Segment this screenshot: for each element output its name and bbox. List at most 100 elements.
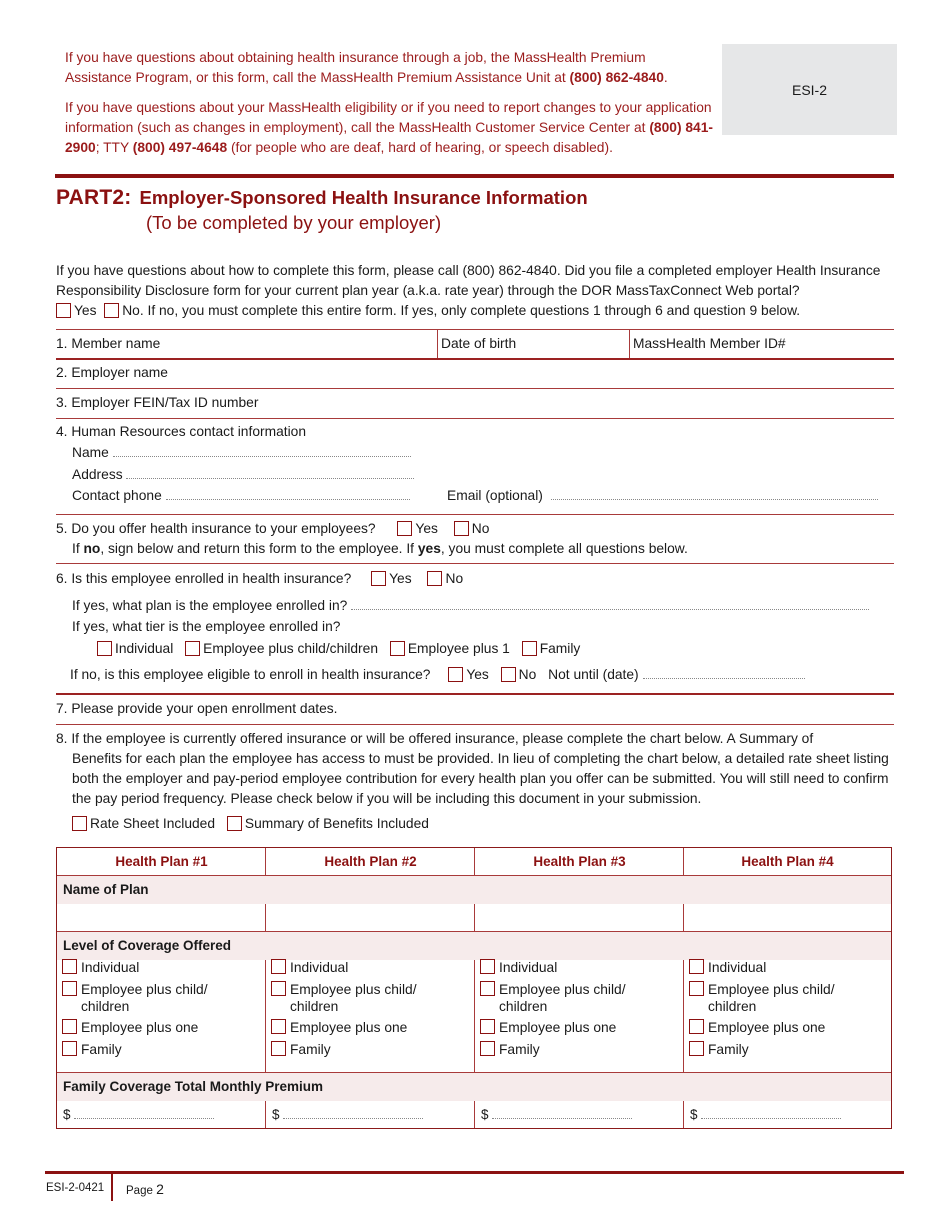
- plan-1-premium-input[interactable]: [74, 1107, 215, 1119]
- coverage-option: Employee plus child/ children: [62, 980, 262, 1015]
- divider: [56, 388, 894, 389]
- rate-sheet-checkbox[interactable]: [72, 816, 87, 831]
- info-paragraph-2: If you have questions about your MassHea…: [65, 100, 713, 155]
- hr-name-input[interactable]: [112, 445, 411, 457]
- coverage-option: Employee plus one: [480, 1019, 680, 1036]
- q6-plan-row: If yes, what plan is the employee enroll…: [72, 596, 870, 616]
- divider: [683, 1101, 684, 1128]
- q6-yes-checkbox[interactable]: [371, 571, 387, 586]
- plan-2-family-checkbox[interactable]: [271, 1040, 286, 1056]
- member-id-field[interactable]: MassHealth Member ID#: [633, 334, 893, 354]
- q8-options: Rate Sheet Included Summary of Benefits …: [72, 814, 429, 834]
- divider: [474, 1101, 475, 1128]
- header-health-plan-3: Health Plan #3: [533, 854, 626, 869]
- plan-3-family-checkbox[interactable]: [480, 1040, 495, 1056]
- plan-3-employee-plus-children-checkbox[interactable]: [480, 980, 495, 996]
- eligible-no-checkbox[interactable]: [500, 667, 516, 682]
- plan-1-employee-plus-children-checkbox[interactable]: [62, 980, 77, 996]
- plan-2-name-input[interactable]: [266, 904, 475, 931]
- coverage-option: Family: [480, 1040, 680, 1058]
- divider: [683, 904, 684, 932]
- plan-3-individual-checkbox[interactable]: [480, 959, 495, 974]
- q5-no-checkbox[interactable]: [453, 521, 469, 536]
- employer-fein-field[interactable]: 3. Employer FEIN/Tax ID number: [56, 393, 894, 413]
- plan-2-premium-row: $: [266, 1104, 475, 1126]
- plan-3-premium-row: $: [475, 1104, 684, 1126]
- plan-3-name-input[interactable]: [475, 904, 684, 931]
- plan-1-name-input[interactable]: [57, 904, 266, 931]
- hr-phone-input[interactable]: [165, 488, 410, 500]
- employer-name-field[interactable]: 2. Employer name: [56, 363, 894, 383]
- tier-family-checkbox[interactable]: [521, 641, 537, 656]
- divider: [683, 848, 684, 876]
- plan-1-premium-row: $: [57, 1104, 266, 1126]
- summary-of-benefits-checkbox[interactable]: [226, 816, 242, 831]
- divider: [56, 514, 894, 515]
- header-health-plan-2: Health Plan #2: [324, 854, 417, 869]
- header-health-plan-4: Health Plan #4: [741, 854, 834, 869]
- hr-email-input[interactable]: [550, 488, 878, 500]
- coverage-option: Individual: [271, 959, 471, 976]
- coverage-option: Family: [689, 1040, 889, 1058]
- q5-yes-checkbox[interactable]: [397, 521, 413, 536]
- plan-3-employee-plus-one-checkbox[interactable]: [480, 1019, 495, 1034]
- intro-yes-checkbox[interactable]: [56, 303, 71, 318]
- member-name-field[interactable]: 1. Member name: [56, 334, 434, 354]
- not-until-date-input[interactable]: [642, 667, 805, 679]
- hr-phone-row: Contact phone: [72, 486, 410, 506]
- open-enrollment-field[interactable]: 7. Please provide your open enrollment d…: [56, 699, 894, 719]
- divider: [56, 724, 894, 725]
- part-heading: Employer-Sponsored Health Insurance Info…: [139, 187, 588, 208]
- premium-assistance-phone: (800) 862-4840: [569, 70, 664, 85]
- tty-phone: (800) 497-4648: [132, 140, 228, 155]
- plan-1-employee-plus-one-checkbox[interactable]: [62, 1019, 77, 1034]
- hr-contact-title: 4. Human Resources contact information: [56, 424, 306, 439]
- plan-4-premium-input[interactable]: [701, 1107, 842, 1119]
- q5-row: 5. Do you offer health insurance to your…: [56, 521, 490, 536]
- plan-3-premium-input[interactable]: [492, 1107, 633, 1119]
- plan-2-premium-input[interactable]: [283, 1107, 424, 1119]
- divider: [265, 904, 266, 932]
- coverage-option: Employee plus child/ children: [689, 980, 889, 1015]
- name-of-plan-band: Name of Plan: [57, 876, 891, 904]
- intro-no-checkbox[interactable]: [104, 303, 120, 318]
- tier-individual-checkbox[interactable]: [97, 641, 112, 656]
- q5-note: If no, sign below and return this form t…: [72, 541, 688, 556]
- plan-4-family-checkbox[interactable]: [689, 1040, 704, 1056]
- intro-options: Yes No. If no, you must complete this en…: [56, 301, 896, 321]
- coverage-option: Employee plus one: [62, 1019, 262, 1036]
- plan-4-individual-checkbox[interactable]: [689, 959, 704, 974]
- plan-4-employee-plus-one-checkbox[interactable]: [689, 1019, 704, 1034]
- health-plan-table: Health Plan #1 Health Plan #2 Health Pla…: [56, 847, 892, 1129]
- plan-1-individual-checkbox[interactable]: [62, 959, 77, 974]
- plan-4-coverage-options: Individual Employee plus child/ children…: [689, 959, 889, 1062]
- part-title: PART2: Employer-Sponsored Health Insuranc…: [56, 186, 588, 210]
- q8-text-rest: Benefits for each plan the employee has …: [72, 751, 889, 806]
- plan-2-individual-checkbox[interactable]: [271, 959, 286, 974]
- plan-4-premium-row: $: [684, 1104, 891, 1126]
- form-code: ESI-2-0421: [46, 1182, 105, 1194]
- plan-2-employee-plus-children-checkbox[interactable]: [271, 980, 286, 996]
- enrolled-plan-input[interactable]: [351, 598, 870, 610]
- divider: [265, 848, 266, 876]
- tier-employee-plus-children-checkbox[interactable]: [185, 641, 201, 656]
- level-of-coverage-band: Level of Coverage Offered: [57, 932, 891, 960]
- hr-address-input[interactable]: [126, 467, 415, 479]
- divider: [437, 329, 438, 359]
- plan-4-employee-plus-children-checkbox[interactable]: [689, 980, 704, 996]
- coverage-option: Employee plus one: [271, 1019, 471, 1036]
- q8-text-first: 8. If the employee is currently offered …: [56, 731, 814, 746]
- plan-2-employee-plus-one-checkbox[interactable]: [271, 1019, 286, 1034]
- coverage-option: Employee plus child/ children: [271, 980, 471, 1015]
- coverage-option: Individual: [62, 959, 262, 976]
- hr-email-row: Email (optional): [447, 486, 878, 506]
- date-of-birth-field[interactable]: Date of birth: [441, 334, 626, 354]
- eligible-yes-checkbox[interactable]: [448, 667, 464, 682]
- coverage-option: Individual: [480, 959, 680, 976]
- page-number: Page 2: [126, 1181, 164, 1197]
- plan-4-name-input[interactable]: [684, 904, 891, 931]
- tier-employee-plus-1-checkbox[interactable]: [389, 641, 405, 656]
- coverage-option: Individual: [689, 959, 889, 976]
- q6-no-checkbox[interactable]: [427, 571, 443, 586]
- plan-1-family-checkbox[interactable]: [62, 1040, 77, 1056]
